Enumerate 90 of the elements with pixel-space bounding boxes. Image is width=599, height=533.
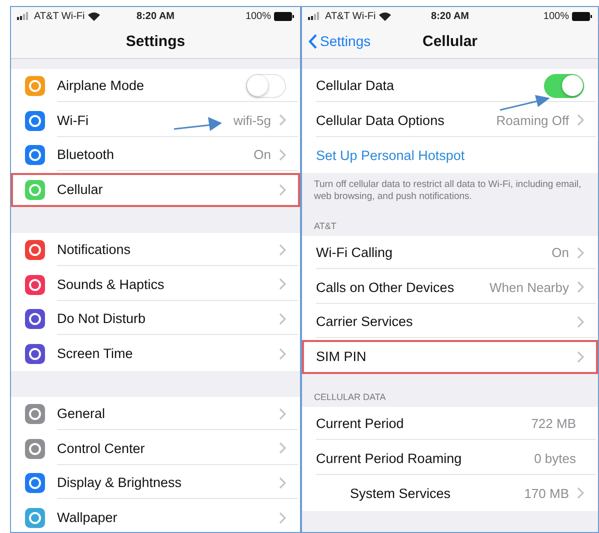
chevron-right-icon bbox=[577, 246, 584, 259]
screen-title: Settings bbox=[126, 33, 186, 50]
chevron-right-icon bbox=[279, 184, 286, 196]
row-label: Airplane Mode bbox=[57, 78, 144, 94]
settings-row[interactable]: Carrier Services bbox=[302, 305, 598, 340]
settings-row[interactable]: System Services 170 MB bbox=[302, 476, 598, 511]
row-value: On bbox=[254, 147, 272, 162]
row-label: Carrier Services bbox=[316, 314, 413, 330]
screen-title: Cellular bbox=[422, 33, 478, 50]
section-footer: Turn off cellular data to restrict all data to Wi-Fi, including email, web browsing, and push notifications. bbox=[302, 172, 598, 204]
chevron-right-icon bbox=[279, 408, 286, 420]
wifi-icon bbox=[88, 12, 100, 20]
row-label: Cellular Data bbox=[316, 78, 394, 94]
settings-row[interactable]: Calls on Other Devices When Nearby bbox=[302, 270, 598, 306]
row-value: 0 bytes bbox=[534, 450, 576, 466]
hotspot-link[interactable]: Set Up Personal Hotspot bbox=[302, 138, 598, 172]
row-label: Current Period Roaming bbox=[316, 450, 462, 466]
settings-row[interactable]: Cellular Data Options Roaming Off bbox=[302, 104, 598, 138]
battery-label: 100% bbox=[245, 10, 272, 22]
carrier-label: AT&T Wi-Fi bbox=[325, 10, 376, 22]
row-label: Current Period bbox=[316, 416, 404, 432]
time-label: 8:20 AM bbox=[431, 10, 469, 22]
row-label: General bbox=[57, 406, 106, 422]
chevron-right-icon bbox=[279, 244, 286, 256]
settings-row[interactable]: Wi-Fi Calling On bbox=[302, 236, 598, 271]
chevron-right-icon bbox=[577, 487, 584, 500]
chevron-right-icon bbox=[279, 348, 286, 360]
row-label: Bluetooth bbox=[57, 147, 114, 162]
row-label: Wi-Fi Calling bbox=[316, 245, 393, 260]
chevron-left-icon bbox=[308, 34, 318, 48]
row-value: Roaming Off bbox=[496, 112, 569, 128]
settings-row[interactable]: Wallpaper bbox=[11, 500, 300, 532]
chevron-right-icon bbox=[577, 350, 584, 363]
row-label: SIM PIN bbox=[316, 349, 366, 364]
chevron-right-icon bbox=[577, 281, 584, 294]
row-label: Do Not Disturb bbox=[57, 311, 146, 326]
chevron-right-icon bbox=[577, 316, 584, 328]
row-label: System Services bbox=[350, 486, 451, 501]
row-label: Cellular bbox=[57, 182, 103, 198]
row-value: 170 MB bbox=[524, 486, 569, 501]
back-button[interactable]: Settings bbox=[308, 33, 371, 49]
settings-row[interactable]: Cellular bbox=[11, 172, 300, 207]
arrow-drawing bbox=[500, 95, 550, 111]
row-value: When Nearby bbox=[490, 280, 569, 295]
settings-row[interactable]: Notifications bbox=[11, 233, 300, 268]
battery-icon bbox=[274, 12, 294, 20]
row-value: 722 MB bbox=[531, 416, 576, 432]
settings-row[interactable]: Airplane Mode bbox=[11, 69, 300, 104]
section-header: AT&T bbox=[313, 220, 338, 234]
battery-icon bbox=[572, 12, 592, 20]
row-label: Display & Brightness bbox=[57, 475, 182, 490]
settings-row[interactable]: Cellular Data bbox=[302, 69, 598, 104]
settings-row[interactable]: Control Center bbox=[11, 432, 300, 466]
row-label: Cellular Data Options bbox=[316, 112, 444, 128]
row-label: Notifications bbox=[57, 242, 131, 258]
section-header: CELLULAR DATA bbox=[313, 391, 387, 404]
carrier-label: AT&T Wi-Fi bbox=[34, 10, 85, 22]
chevron-right-icon bbox=[279, 512, 286, 524]
chevron-right-icon bbox=[279, 148, 286, 161]
chevron-right-icon bbox=[279, 114, 286, 126]
chevron-right-icon bbox=[279, 278, 286, 290]
row-label: Calls on Other Devices bbox=[316, 280, 454, 295]
row-label: Wallpaper bbox=[57, 510, 118, 526]
settings-row[interactable]: General bbox=[11, 397, 300, 432]
wifi-icon bbox=[378, 12, 391, 20]
chevron-right-icon bbox=[577, 114, 584, 126]
row-label: Wi-Fi bbox=[57, 112, 88, 128]
battery-label: 100% bbox=[543, 10, 569, 22]
arrow-drawing bbox=[174, 117, 222, 131]
settings-row[interactable]: Current Period 722 MB bbox=[302, 407, 598, 442]
settings-row[interactable]: Screen Time bbox=[11, 336, 300, 371]
signal-icon bbox=[17, 12, 31, 20]
toggle-switch[interactable] bbox=[246, 74, 286, 98]
row-label: Set Up Personal Hotspot bbox=[316, 148, 465, 163]
settings-row[interactable]: Display & Brightness bbox=[11, 466, 300, 500]
row-label: Screen Time bbox=[57, 346, 133, 362]
settings-row[interactable]: Sounds & Haptics bbox=[11, 268, 300, 302]
settings-row[interactable]: Current Period Roaming 0 bytes bbox=[302, 442, 598, 476]
chevron-right-icon bbox=[279, 312, 286, 325]
settings-row[interactable]: Bluetooth On bbox=[11, 138, 300, 172]
toggle-switch[interactable] bbox=[544, 74, 584, 98]
row-value: On bbox=[552, 245, 569, 260]
chevron-right-icon bbox=[279, 476, 286, 489]
settings-row[interactable]: SIM PIN bbox=[302, 340, 598, 374]
chevron-right-icon bbox=[279, 442, 286, 454]
row-label: Control Center bbox=[57, 440, 145, 456]
settings-row[interactable]: Do Not Disturb bbox=[11, 302, 300, 336]
row-value: wifi-5g bbox=[233, 112, 272, 128]
row-label: Sounds & Haptics bbox=[57, 276, 164, 292]
time-label: 8:20 AM bbox=[136, 10, 174, 22]
